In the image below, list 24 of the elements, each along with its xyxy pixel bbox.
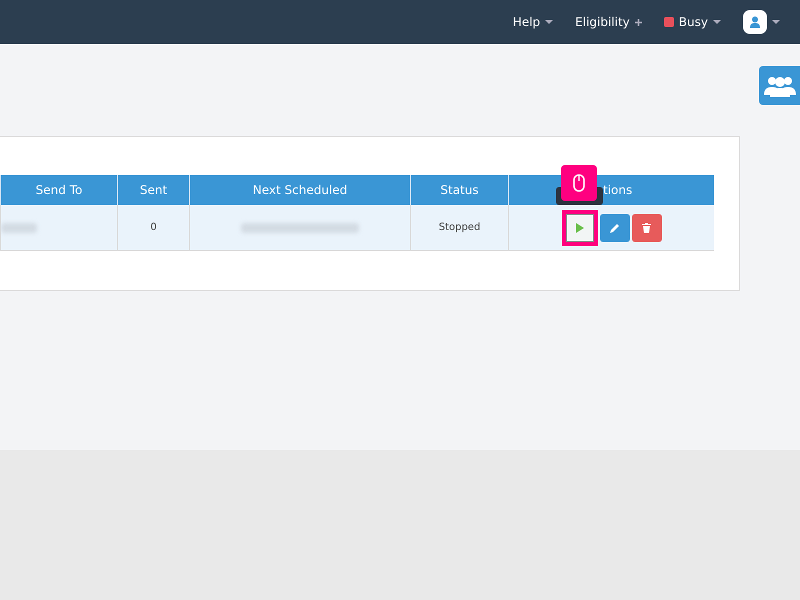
play-icon [576, 222, 584, 232]
column-header: Send To [0, 175, 117, 205]
column-header: Sent [117, 175, 189, 205]
mouse-icon [561, 165, 597, 201]
plus-icon [634, 18, 642, 26]
group-button[interactable] [759, 66, 800, 105]
trash-icon [642, 222, 651, 232]
avatar-icon [743, 10, 767, 34]
play-button[interactable] [562, 210, 598, 246]
people-icon [764, 74, 796, 96]
menu-button[interactable]: Eligibility [575, 15, 642, 29]
table-cell: 0 [117, 205, 189, 251]
edit-button[interactable] [600, 214, 630, 242]
caret-icon [713, 20, 721, 24]
menu-button[interactable]: Help [512, 15, 554, 29]
column-header: Next Scheduled [189, 175, 410, 205]
table-cell: Stopped [410, 205, 508, 251]
caret-icon [545, 20, 554, 24]
user-menu[interactable] [743, 10, 780, 34]
caret-icon [772, 20, 780, 24]
delete-button[interactable] [632, 214, 662, 242]
pencil-icon [610, 222, 620, 232]
column-header: Status [410, 175, 508, 205]
status-menu[interactable]: Busy [664, 15, 721, 29]
